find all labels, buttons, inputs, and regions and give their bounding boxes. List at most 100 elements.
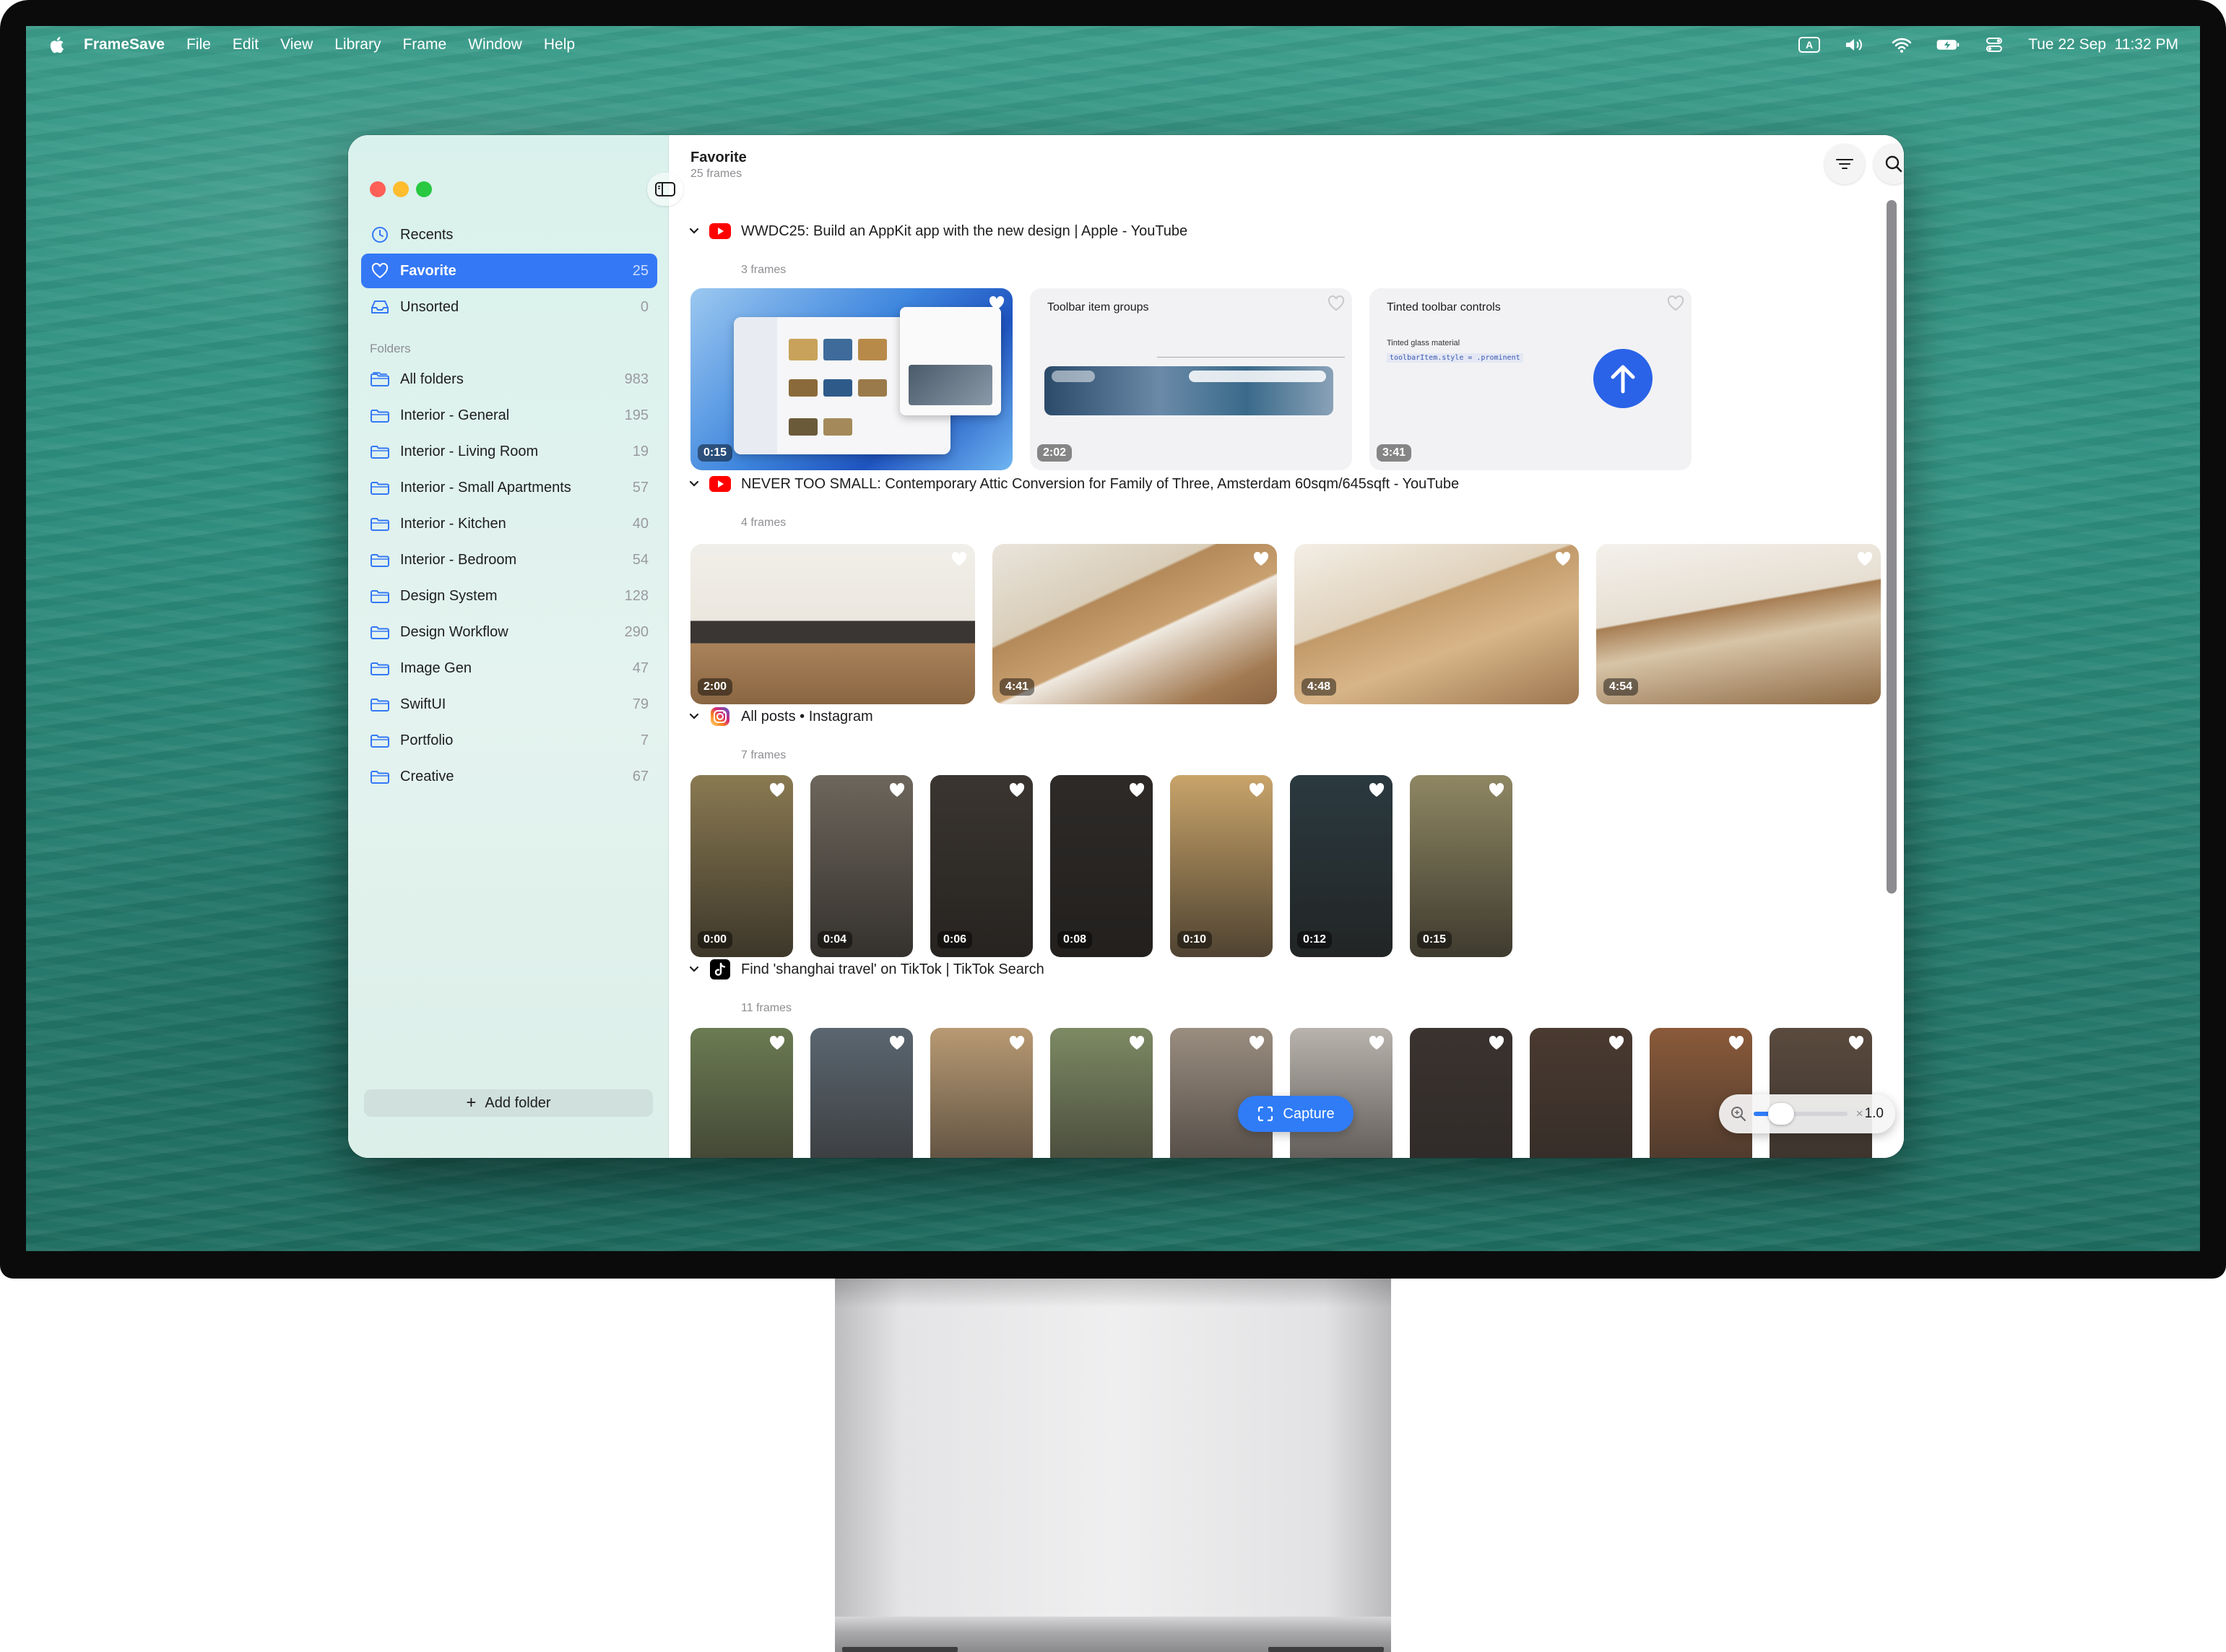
sidebar-folder-item[interactable]: Design System 128 xyxy=(361,579,657,613)
heart-icon[interactable] xyxy=(1128,782,1146,800)
sidebar-folder-item[interactable]: Portfolio 7 xyxy=(361,723,657,758)
frame-thumbnail[interactable]: 2:00 xyxy=(690,544,975,704)
scrollbar-thumb[interactable] xyxy=(1887,200,1897,894)
heart-icon[interactable] xyxy=(1128,1035,1146,1052)
group-title: Find 'shanghai travel' on TikTok | TikTo… xyxy=(741,961,1044,977)
sidebar-folder-item[interactable]: Creative 67 xyxy=(361,759,657,794)
heart-icon[interactable] xyxy=(1248,782,1265,800)
heart-icon[interactable] xyxy=(1728,1035,1745,1052)
frame-thumbnail[interactable]: Tinted toolbar controls Tinted glass mat… xyxy=(1369,288,1692,470)
frame-thumbnail[interactable]: 0:15 xyxy=(690,288,1013,470)
heart-icon[interactable] xyxy=(1008,782,1026,800)
frame-thumbnail[interactable] xyxy=(1530,1028,1632,1158)
sidebar-folder-item[interactable]: All folders 983 xyxy=(361,362,657,397)
control-center-icon[interactable] xyxy=(1982,36,2006,53)
heart-icon[interactable] xyxy=(1368,782,1385,800)
sidebar-item-recents[interactable]: Recents xyxy=(361,217,657,252)
menu-bar-clock[interactable]: Tue 22 Sep 11:32 PM xyxy=(2028,36,2178,53)
frame-thumbnail[interactable]: 0:06 xyxy=(930,775,1033,957)
sidebar-folder-item[interactable]: Interior - Kitchen 40 xyxy=(361,506,657,541)
frame-thumbnail[interactable] xyxy=(690,1028,793,1158)
frame-thumbnail[interactable] xyxy=(1050,1028,1153,1158)
sidebar-folder-item[interactable]: SwiftUI 79 xyxy=(361,687,657,722)
heart-icon[interactable] xyxy=(988,295,1005,313)
heart-icon[interactable] xyxy=(1856,551,1874,568)
heart-icon[interactable] xyxy=(1248,1035,1265,1052)
close-window-button[interactable] xyxy=(370,181,386,197)
group-header[interactable]: All posts • Instagram xyxy=(688,706,873,727)
battery-charging-icon[interactable] xyxy=(1936,36,1960,53)
heart-icon[interactable] xyxy=(1008,1035,1026,1052)
frame-thumbnail[interactable]: 4:48 xyxy=(1294,544,1579,704)
heart-icon[interactable] xyxy=(768,1035,786,1052)
heart-outline-icon[interactable] xyxy=(1328,295,1345,313)
chevron-down-icon[interactable] xyxy=(688,963,701,976)
frame-thumbnail[interactable] xyxy=(1290,1028,1393,1158)
frame-thumbnail[interactable]: 0:04 xyxy=(810,775,913,957)
heart-icon[interactable] xyxy=(1488,1035,1505,1052)
search-button[interactable] xyxy=(1874,144,1904,184)
menu-frame[interactable]: Frame xyxy=(402,36,446,53)
frame-thumbnail[interactable]: 4:54 xyxy=(1596,544,1881,704)
frame-thumbnail[interactable]: 0:12 xyxy=(1290,775,1393,957)
zoom-slider-knob[interactable] xyxy=(1767,1103,1794,1125)
filter-button[interactable] xyxy=(1824,144,1865,184)
menu-window[interactable]: Window xyxy=(468,36,522,53)
sidebar-folder-item[interactable]: Interior - Living Room 19 xyxy=(361,434,657,469)
chevron-down-icon[interactable] xyxy=(688,225,701,238)
menu-file[interactable]: File xyxy=(186,36,211,53)
chevron-down-icon[interactable] xyxy=(688,477,701,490)
zoom-slider[interactable] xyxy=(1754,1103,1848,1125)
frame-thumbnail[interactable]: 0:08 xyxy=(1050,775,1153,957)
sidebar-folder-item[interactable]: Interior - Small Apartments 57 xyxy=(361,470,657,505)
frame-thumbnail[interactable] xyxy=(930,1028,1033,1158)
apple-logo-icon[interactable] xyxy=(48,35,65,54)
frame-thumbnail[interactable] xyxy=(1650,1028,1752,1158)
sidebar-toggle-button[interactable] xyxy=(647,173,683,206)
minimize-window-button[interactable] xyxy=(393,181,409,197)
frame-thumbnail[interactable]: 0:10 xyxy=(1170,775,1273,957)
sidebar-item-favorite[interactable]: Favorite 25 xyxy=(361,254,657,288)
group-header[interactable]: WWDC25: Build an AppKit app with the new… xyxy=(688,220,1187,242)
menu-edit[interactable]: Edit xyxy=(233,36,259,53)
group-header[interactable]: Find 'shanghai travel' on TikTok | TikTo… xyxy=(688,959,1044,980)
heart-icon[interactable] xyxy=(1848,1035,1865,1052)
heart-icon[interactable] xyxy=(1368,1035,1385,1052)
frame-thumbnail[interactable] xyxy=(810,1028,913,1158)
frame-thumbnail[interactable]: Toolbar item groups 2:02 xyxy=(1030,288,1352,470)
heart-icon[interactable] xyxy=(768,782,786,800)
sidebar-folder-item[interactable]: Interior - General 195 xyxy=(361,398,657,433)
add-folder-button[interactable]: + Add folder xyxy=(364,1089,653,1117)
sidebar-folder-item[interactable]: Image Gen 47 xyxy=(361,651,657,686)
menu-view[interactable]: View xyxy=(280,36,313,53)
wifi-icon[interactable] xyxy=(1889,36,1914,53)
frame-thumbnail[interactable]: 0:15 xyxy=(1410,775,1512,957)
sidebar-item-label: Unsorted xyxy=(400,298,459,315)
heart-icon[interactable] xyxy=(950,551,968,568)
sidebar-item-unsorted[interactable]: Unsorted 0 xyxy=(361,290,657,324)
frame-thumbnail[interactable]: 0:00 xyxy=(690,775,793,957)
frame-thumbnail[interactable] xyxy=(1770,1028,1872,1158)
heart-icon[interactable] xyxy=(1252,551,1270,568)
app-menu-title[interactable]: FrameSave xyxy=(84,36,165,53)
frame-thumbnail[interactable]: 4:41 xyxy=(992,544,1277,704)
frame-thumbnail[interactable] xyxy=(1170,1028,1273,1158)
sidebar-folder-item[interactable]: Design Workflow 290 xyxy=(361,615,657,649)
menu-help[interactable]: Help xyxy=(544,36,575,53)
menu-library[interactable]: Library xyxy=(334,36,381,53)
group-header[interactable]: NEVER TOO SMALL: Contemporary Attic Conv… xyxy=(688,473,1459,495)
heart-icon[interactable] xyxy=(1488,782,1505,800)
sidebar-item-label: Interior - Kitchen xyxy=(400,515,506,532)
frame-thumbnail[interactable] xyxy=(1410,1028,1512,1158)
heart-icon[interactable] xyxy=(888,1035,906,1052)
heart-icon[interactable] xyxy=(1608,1035,1625,1052)
volume-icon[interactable] xyxy=(1843,36,1868,53)
chevron-down-icon[interactable] xyxy=(688,710,701,723)
capture-button[interactable]: Capture xyxy=(1238,1096,1354,1132)
heart-icon[interactable] xyxy=(1554,551,1572,568)
input-source-icon[interactable]: A xyxy=(1797,36,1822,53)
heart-icon[interactable] xyxy=(888,782,906,800)
zoom-window-button[interactable] xyxy=(416,181,432,197)
heart-outline-icon[interactable] xyxy=(1667,295,1684,313)
sidebar-folder-item[interactable]: Interior - Bedroom 54 xyxy=(361,542,657,577)
